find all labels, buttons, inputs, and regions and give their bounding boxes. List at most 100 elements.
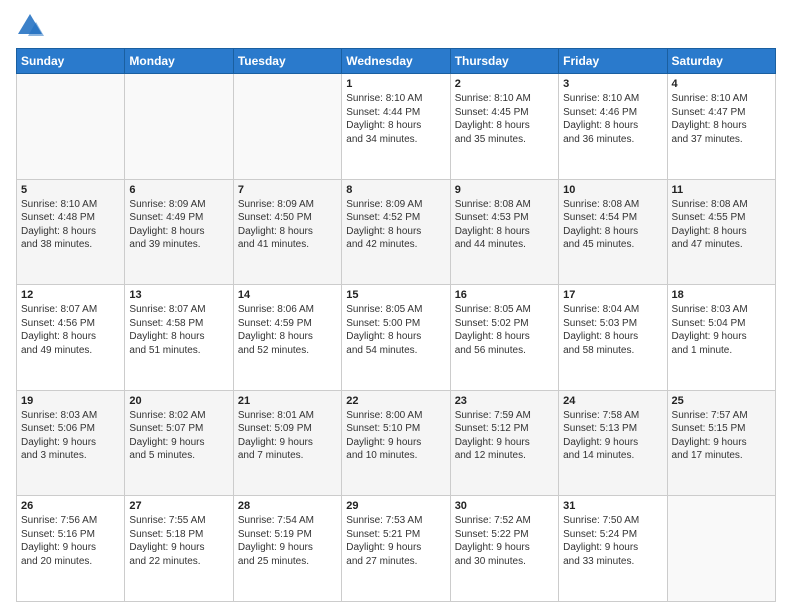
day-number: 1 bbox=[346, 78, 445, 90]
weekday-header-saturday: Saturday bbox=[667, 49, 775, 74]
day-info: Sunrise: 8:03 AM Sunset: 5:04 PM Dayligh… bbox=[672, 303, 771, 357]
calendar-cell: 29 Sunrise: 7:53 AM Sunset: 5:21 PM Dayli… bbox=[342, 496, 450, 602]
page: SundayMondayTuesdayWednesdayThursdayFrid… bbox=[0, 0, 792, 612]
logo-icon bbox=[16, 12, 44, 40]
day-info: Sunrise: 7:59 AM Sunset: 5:12 PM Dayligh… bbox=[455, 409, 554, 463]
day-info: Sunrise: 7:53 AM Sunset: 5:21 PM Dayligh… bbox=[346, 514, 445, 568]
calendar-cell: 30Sunrise: 7:52 AM Sunset: 5:22 PM Dayli… bbox=[450, 496, 558, 602]
day-number: 6 bbox=[129, 184, 228, 196]
calendar-cell: 15 Sunrise: 8:05 AM Sunset: 5:00 PM Dayli… bbox=[342, 285, 450, 391]
day-number: 25 bbox=[672, 395, 771, 407]
day-number: 3 bbox=[563, 78, 662, 90]
day-info: Sunrise: 8:07 AM Sunset: 4:56 PM Dayligh… bbox=[21, 303, 120, 357]
day-info: Sunrise: 7:54 AM Sunset: 5:19 PM Dayligh… bbox=[238, 514, 337, 568]
day-info: Sunrise: 8:02 AM Sunset: 5:07 PM Dayligh… bbox=[129, 409, 228, 463]
calendar-cell: 17Sunrise: 8:04 AM Sunset: 5:03 PM Dayli… bbox=[559, 285, 667, 391]
day-number: 2 bbox=[455, 78, 554, 90]
calendar-cell: 20Sunrise: 8:02 AM Sunset: 5:07 PM Dayli… bbox=[125, 390, 233, 496]
day-number: 22 bbox=[346, 395, 445, 407]
day-info: Sunrise: 8:09 AM Sunset: 4:50 PM Dayligh… bbox=[238, 198, 337, 252]
day-info: Sunrise: 8:08 AM Sunset: 4:53 PM Dayligh… bbox=[455, 198, 554, 252]
day-info: Sunrise: 8:10 AM Sunset: 4:46 PM Dayligh… bbox=[563, 92, 662, 146]
calendar-cell: 22 Sunrise: 8:00 AM Sunset: 5:10 PM Dayli… bbox=[342, 390, 450, 496]
calendar-cell: 23 Sunrise: 7:59 AM Sunset: 5:12 PM Dayli… bbox=[450, 390, 558, 496]
calendar-cell: 9 Sunrise: 8:08 AM Sunset: 4:53 PM Daylig… bbox=[450, 179, 558, 285]
day-number: 21 bbox=[238, 395, 337, 407]
calendar: SundayMondayTuesdayWednesdayThursdayFrid… bbox=[16, 48, 776, 602]
logo bbox=[16, 12, 48, 40]
calendar-cell: 6 Sunrise: 8:09 AM Sunset: 4:49 PM Daylig… bbox=[125, 179, 233, 285]
day-info: Sunrise: 7:52 AM Sunset: 5:22 PM Dayligh… bbox=[455, 514, 554, 568]
calendar-cell: 8 Sunrise: 8:09 AM Sunset: 4:52 PM Daylig… bbox=[342, 179, 450, 285]
day-info: Sunrise: 8:10 AM Sunset: 4:47 PM Dayligh… bbox=[672, 92, 771, 146]
calendar-cell: 2 Sunrise: 8:10 AM Sunset: 4:45 PM Daylig… bbox=[450, 74, 558, 180]
day-number: 5 bbox=[21, 184, 120, 196]
day-info: Sunrise: 8:08 AM Sunset: 4:55 PM Dayligh… bbox=[672, 198, 771, 252]
calendar-cell: 12 Sunrise: 8:07 AM Sunset: 4:56 PM Dayli… bbox=[17, 285, 125, 391]
day-info: Sunrise: 8:08 AM Sunset: 4:54 PM Dayligh… bbox=[563, 198, 662, 252]
day-number: 16 bbox=[455, 289, 554, 301]
day-number: 24 bbox=[563, 395, 662, 407]
day-number: 4 bbox=[672, 78, 771, 90]
weekday-header-monday: Monday bbox=[125, 49, 233, 74]
day-info: Sunrise: 8:10 AM Sunset: 4:48 PM Dayligh… bbox=[21, 198, 120, 252]
day-number: 31 bbox=[563, 500, 662, 512]
weekday-header-wednesday: Wednesday bbox=[342, 49, 450, 74]
calendar-cell: 10 Sunrise: 8:08 AM Sunset: 4:54 PM Dayli… bbox=[559, 179, 667, 285]
weekday-header-friday: Friday bbox=[559, 49, 667, 74]
weekday-header-row: SundayMondayTuesdayWednesdayThursdayFrid… bbox=[17, 49, 776, 74]
day-info: Sunrise: 8:06 AM Sunset: 4:59 PM Dayligh… bbox=[238, 303, 337, 357]
day-number: 27 bbox=[129, 500, 228, 512]
calendar-cell: 21 Sunrise: 8:01 AM Sunset: 5:09 PM Dayli… bbox=[233, 390, 341, 496]
week-row-3: 19 Sunrise: 8:03 AM Sunset: 5:06 PM Dayli… bbox=[17, 390, 776, 496]
day-number: 9 bbox=[455, 184, 554, 196]
day-info: Sunrise: 8:00 AM Sunset: 5:10 PM Dayligh… bbox=[346, 409, 445, 463]
day-number: 12 bbox=[21, 289, 120, 301]
calendar-cell: 14 Sunrise: 8:06 AM Sunset: 4:59 PM Dayli… bbox=[233, 285, 341, 391]
day-info: Sunrise: 8:01 AM Sunset: 5:09 PM Dayligh… bbox=[238, 409, 337, 463]
day-info: Sunrise: 8:10 AM Sunset: 4:44 PM Dayligh… bbox=[346, 92, 445, 146]
day-info: Sunrise: 8:05 AM Sunset: 5:00 PM Dayligh… bbox=[346, 303, 445, 357]
calendar-cell bbox=[667, 496, 775, 602]
calendar-cell: 31 Sunrise: 7:50 AM Sunset: 5:24 PM Dayli… bbox=[559, 496, 667, 602]
calendar-cell: 11Sunrise: 8:08 AM Sunset: 4:55 PM Dayli… bbox=[667, 179, 775, 285]
weekday-header-thursday: Thursday bbox=[450, 49, 558, 74]
day-info: Sunrise: 8:09 AM Sunset: 4:49 PM Dayligh… bbox=[129, 198, 228, 252]
week-row-4: 26Sunrise: 7:56 AM Sunset: 5:16 PM Dayli… bbox=[17, 496, 776, 602]
day-info: Sunrise: 8:04 AM Sunset: 5:03 PM Dayligh… bbox=[563, 303, 662, 357]
day-info: Sunrise: 8:05 AM Sunset: 5:02 PM Dayligh… bbox=[455, 303, 554, 357]
day-number: 29 bbox=[346, 500, 445, 512]
day-number: 28 bbox=[238, 500, 337, 512]
day-number: 8 bbox=[346, 184, 445, 196]
day-info: Sunrise: 7:58 AM Sunset: 5:13 PM Dayligh… bbox=[563, 409, 662, 463]
calendar-cell: 25 Sunrise: 7:57 AM Sunset: 5:15 PM Dayli… bbox=[667, 390, 775, 496]
day-number: 10 bbox=[563, 184, 662, 196]
calendar-cell: 27Sunrise: 7:55 AM Sunset: 5:18 PM Dayli… bbox=[125, 496, 233, 602]
week-row-1: 5 Sunrise: 8:10 AM Sunset: 4:48 PM Daylig… bbox=[17, 179, 776, 285]
calendar-cell: 18 Sunrise: 8:03 AM Sunset: 5:04 PM Dayli… bbox=[667, 285, 775, 391]
day-info: Sunrise: 7:57 AM Sunset: 5:15 PM Dayligh… bbox=[672, 409, 771, 463]
weekday-header-sunday: Sunday bbox=[17, 49, 125, 74]
day-number: 18 bbox=[672, 289, 771, 301]
day-number: 23 bbox=[455, 395, 554, 407]
day-number: 7 bbox=[238, 184, 337, 196]
day-info: Sunrise: 7:56 AM Sunset: 5:16 PM Dayligh… bbox=[21, 514, 120, 568]
calendar-cell: 19 Sunrise: 8:03 AM Sunset: 5:06 PM Dayli… bbox=[17, 390, 125, 496]
calendar-cell: 3 Sunrise: 8:10 AM Sunset: 4:46 PM Daylig… bbox=[559, 74, 667, 180]
calendar-cell bbox=[17, 74, 125, 180]
day-info: Sunrise: 7:50 AM Sunset: 5:24 PM Dayligh… bbox=[563, 514, 662, 568]
day-number: 13 bbox=[129, 289, 228, 301]
calendar-cell: 26Sunrise: 7:56 AM Sunset: 5:16 PM Dayli… bbox=[17, 496, 125, 602]
header bbox=[16, 12, 776, 40]
calendar-cell: 28 Sunrise: 7:54 AM Sunset: 5:19 PM Dayli… bbox=[233, 496, 341, 602]
day-number: 14 bbox=[238, 289, 337, 301]
week-row-0: 1 Sunrise: 8:10 AM Sunset: 4:44 PM Daylig… bbox=[17, 74, 776, 180]
day-number: 15 bbox=[346, 289, 445, 301]
day-number: 19 bbox=[21, 395, 120, 407]
day-info: Sunrise: 8:07 AM Sunset: 4:58 PM Dayligh… bbox=[129, 303, 228, 357]
day-info: Sunrise: 8:10 AM Sunset: 4:45 PM Dayligh… bbox=[455, 92, 554, 146]
calendar-cell: 13 Sunrise: 8:07 AM Sunset: 4:58 PM Dayli… bbox=[125, 285, 233, 391]
day-info: Sunrise: 8:09 AM Sunset: 4:52 PM Dayligh… bbox=[346, 198, 445, 252]
calendar-cell: 7 Sunrise: 8:09 AM Sunset: 4:50 PM Daylig… bbox=[233, 179, 341, 285]
day-info: Sunrise: 8:03 AM Sunset: 5:06 PM Dayligh… bbox=[21, 409, 120, 463]
